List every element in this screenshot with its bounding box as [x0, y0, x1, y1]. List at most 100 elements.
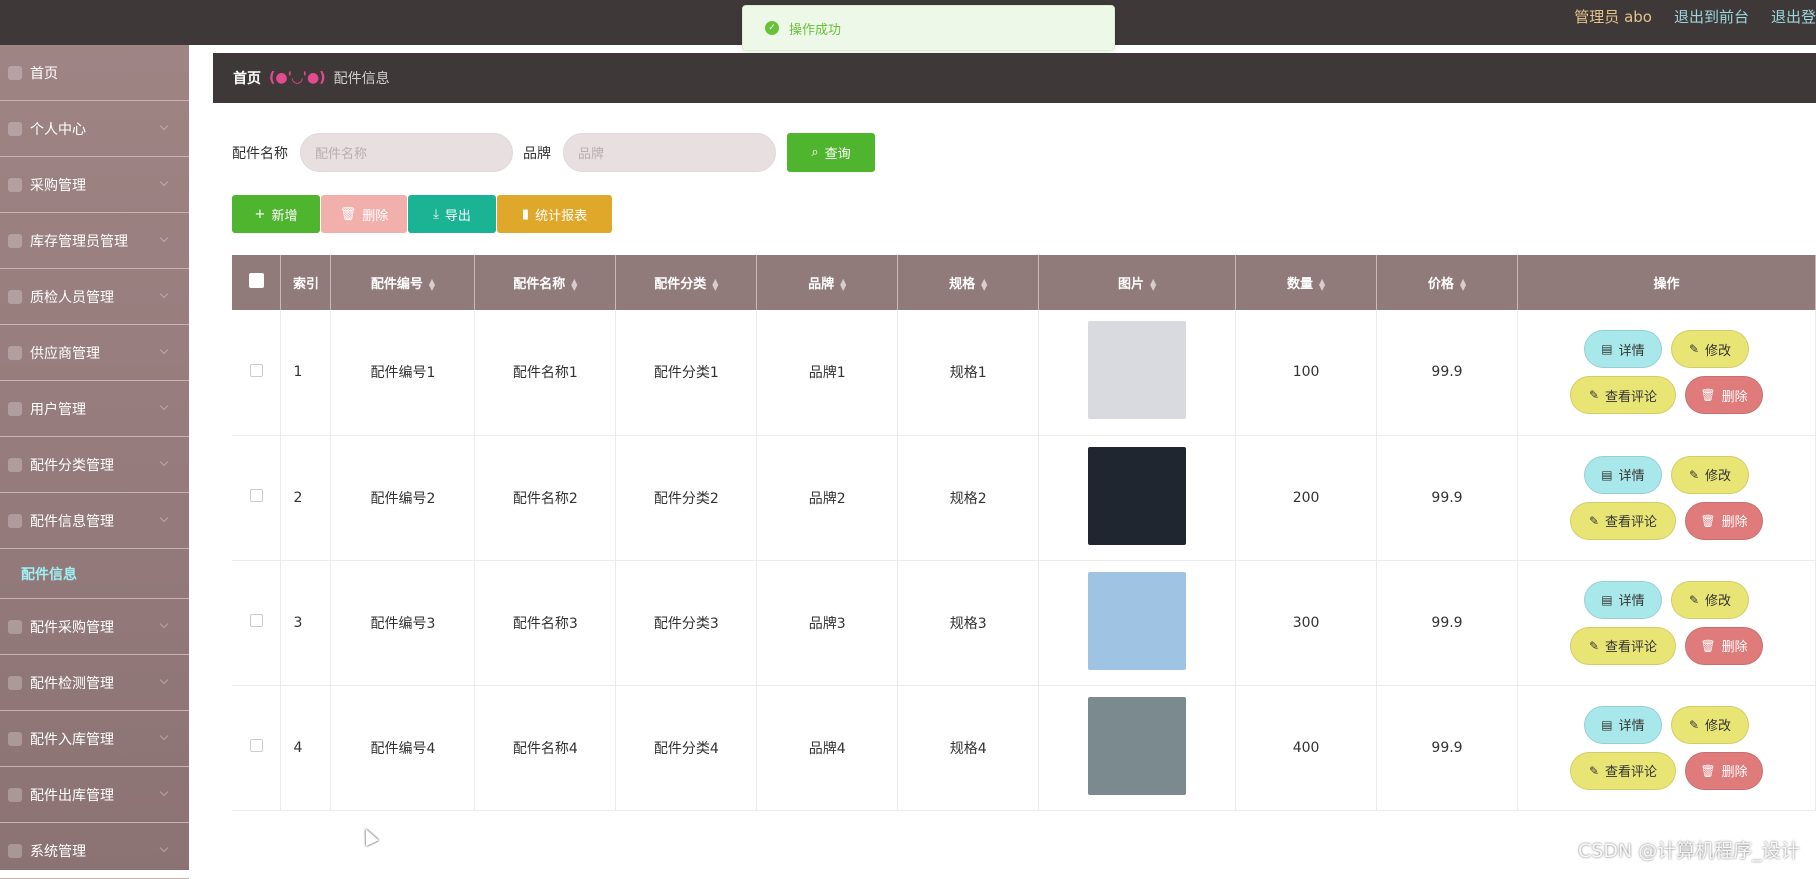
add-button[interactable]: + 新增 — [232, 195, 320, 233]
sort-icon[interactable]: ▲ ▼ — [1319, 277, 1325, 291]
table-row: 2 配件编号2 配件名称2 配件分类2 品牌2 规格2 200 99.9 ▤ 详情… — [232, 435, 1816, 561]
name-label: 配件名称 — [232, 145, 288, 162]
sidebar-item-part-inspection[interactable]: 配件检测管理 — [0, 655, 189, 711]
product-thumbnail[interactable] — [1088, 571, 1187, 670]
detail-button[interactable]: ▤ 详情 — [1583, 455, 1662, 494]
sidebar-subitem-part-info[interactable]: 配件信息 — [0, 549, 189, 599]
sort-icon[interactable]: ▲ ▼ — [571, 277, 577, 291]
sidebar-item-stock-admin[interactable]: 库存管理员管理 — [0, 213, 189, 269]
sidebar-item-home[interactable]: 首页 — [0, 45, 189, 101]
cell-image — [1038, 435, 1237, 561]
sort-icon[interactable]: ▲ ▼ — [712, 277, 718, 291]
select-all-checkbox[interactable] — [248, 273, 264, 288]
edit-button[interactable]: ✎ 修改 — [1670, 705, 1749, 744]
sort-icon[interactable]: ▲ ▼ — [429, 277, 435, 291]
select-all-cell[interactable] — [232, 255, 282, 310]
row-delete-button[interactable]: 🗑 删除 — [1684, 376, 1763, 415]
sidebar-item-label: 用户管理 — [30, 401, 86, 418]
detail-button[interactable]: ▤ 详情 — [1583, 705, 1662, 744]
sidebar-item-part-inbound[interactable]: 配件入库管理 — [0, 711, 189, 767]
watermark: CSDN @计算机程序_设计 — [1578, 840, 1800, 862]
query-button[interactable]: ⌕ 查询 — [787, 133, 875, 172]
row-delete-button[interactable]: 🗑 删除 — [1684, 501, 1763, 540]
cell-index: 2 — [280, 435, 332, 561]
product-thumbnail[interactable] — [1088, 446, 1187, 545]
sidebar-item-purchase[interactable]: 采购管理 — [0, 157, 189, 213]
cell-actions: ▤ 详情 ✎ 修改 ✎ 查看评论 🗑 删除 — [1517, 435, 1816, 561]
row-checkbox[interactable] — [249, 363, 263, 377]
batch-delete-button[interactable]: 🗑 删除 — [321, 195, 407, 233]
sidebar-item-part-outbound[interactable]: 配件出库管理 — [0, 767, 189, 823]
detail-button[interactable]: ▤ 详情 — [1583, 330, 1662, 369]
row-checkbox[interactable] — [249, 614, 263, 627]
row-delete-button[interactable]: 🗑 删除 — [1684, 751, 1763, 790]
pencil-icon: ✎ — [1588, 388, 1599, 403]
col-spec[interactable]: 规格 ▲ ▼ — [897, 255, 1040, 310]
cell-actions: ▤ 详情 ✎ 修改 ✎ 查看评论 🗑 删除 — [1517, 685, 1816, 811]
sidebar-item-part-category[interactable]: 配件分类管理 — [0, 437, 189, 493]
export-button[interactable]: ⤓ 导出 — [408, 195, 496, 233]
col-price[interactable]: 价格 ▲ ▼ — [1376, 255, 1518, 310]
sidebar-item-inspector[interactable]: 质检人员管理 — [0, 269, 189, 325]
sidebar-item-users[interactable]: 用户管理 — [0, 381, 189, 437]
chevron-down-icon — [159, 177, 169, 187]
sort-icon[interactable]: ▲ ▼ — [981, 277, 987, 291]
row-select-cell[interactable] — [232, 435, 282, 561]
edit-button[interactable]: ✎ 修改 — [1670, 330, 1749, 369]
col-image[interactable]: 图片 ▲ ▼ — [1038, 255, 1237, 310]
stats-report-button[interactable]: ▮ 统计报表 — [497, 195, 612, 233]
col-code[interactable]: 配件编号 ▲ ▼ — [330, 255, 476, 310]
sidebar-item-profile[interactable]: 个人中心 — [0, 101, 189, 157]
row-actions-top: ▤ 详情 ✎ 修改 — [1583, 330, 1749, 369]
pencil-icon: ✎ — [1688, 467, 1699, 482]
sidebar-item-label: 配件入库管理 — [30, 731, 114, 748]
view-review-button[interactable]: ✎ 查看评论 — [1569, 751, 1676, 790]
col-brand[interactable]: 品牌 ▲ ▼ — [756, 255, 899, 310]
plus-icon: + — [254, 206, 266, 222]
product-thumbnail[interactable] — [1088, 321, 1187, 420]
edit-label: 修改 — [1705, 594, 1732, 609]
row-select-cell[interactable] — [232, 310, 282, 436]
name-search-input[interactable]: 配件名称 — [300, 133, 513, 172]
detail-button[interactable]: ▤ 详情 — [1583, 580, 1662, 619]
delete-label: 删除 — [1721, 765, 1748, 780]
col-quantity[interactable]: 数量 ▲ ▼ — [1235, 255, 1378, 310]
chevron-down-icon — [159, 787, 169, 797]
pencil-icon: ✎ — [1688, 592, 1699, 607]
sort-icon[interactable]: ▲ ▼ — [1150, 277, 1156, 291]
chevron-down-icon — [159, 731, 169, 741]
product-thumbnail[interactable] — [1088, 696, 1187, 795]
edit-button[interactable]: ✎ 修改 — [1670, 455, 1749, 494]
chevron-down-icon — [159, 619, 169, 629]
shield-icon — [8, 289, 22, 304]
sort-icon[interactable]: ▲ ▼ — [840, 277, 846, 291]
edit-button[interactable]: ✎ 修改 — [1670, 580, 1749, 619]
row-checkbox[interactable] — [249, 739, 263, 752]
col-name[interactable]: 配件名称 ▲ ▼ — [474, 255, 617, 310]
view-review-button[interactable]: ✎ 查看评论 — [1569, 376, 1676, 415]
back-to-front-link[interactable]: 退出到前台 — [1674, 6, 1749, 27]
row-select-cell[interactable] — [232, 685, 282, 811]
logout-link[interactable]: 退出登 — [1771, 6, 1816, 27]
pencil-icon: ✎ — [1588, 638, 1599, 653]
stats-button-label: 统计报表 — [535, 208, 588, 224]
row-select-cell[interactable] — [232, 560, 282, 686]
row-delete-button[interactable]: 🗑 删除 — [1684, 626, 1763, 665]
cell-price: 99.9 — [1376, 560, 1518, 686]
brand-search-input[interactable]: 品牌 — [563, 133, 776, 172]
sidebar-item-supplier[interactable]: 供应商管理 — [0, 325, 189, 381]
row-checkbox[interactable] — [249, 489, 263, 502]
grid-icon — [8, 233, 22, 248]
breadcrumb-home[interactable]: 首页 — [233, 68, 261, 88]
sidebar-item-system[interactable]: 系统管理 — [0, 823, 189, 879]
user-icon — [8, 121, 22, 136]
sort-icon[interactable]: ▲ ▼ — [1460, 277, 1466, 291]
sidebar-item-part-purchase[interactable]: 配件采购管理 — [0, 599, 189, 655]
view-review-button[interactable]: ✎ 查看评论 — [1569, 626, 1676, 665]
sidebar-item-part-info[interactable]: 配件信息管理 — [0, 493, 189, 549]
chevron-down-icon — [159, 457, 169, 467]
cell-category: 配件分类1 — [615, 310, 758, 436]
bar-chart-icon: ▮ — [521, 206, 530, 222]
col-category[interactable]: 配件分类 ▲ ▼ — [615, 255, 758, 310]
view-review-button[interactable]: ✎ 查看评论 — [1569, 501, 1676, 540]
